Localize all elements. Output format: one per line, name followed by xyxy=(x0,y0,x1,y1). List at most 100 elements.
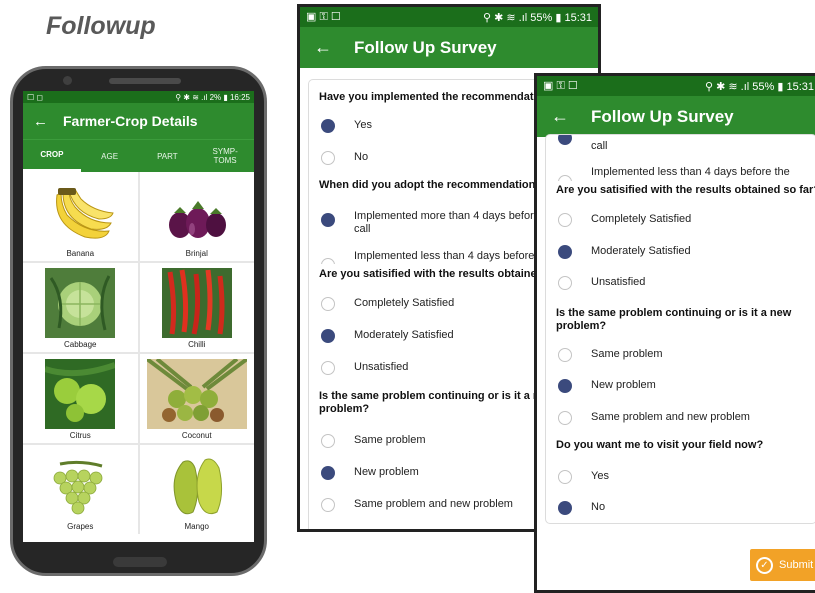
radio-unselected[interactable] xyxy=(558,175,572,181)
crop-tile-brinjal[interactable]: Brinjal xyxy=(139,172,254,261)
crop-tile-citrus[interactable]: Citrus xyxy=(23,354,138,443)
option-label: Same problem xyxy=(354,434,426,446)
tab-crop[interactable]: CROP xyxy=(23,140,81,172)
crop-name: Cabbage xyxy=(64,340,97,349)
radio-unselected[interactable] xyxy=(321,151,335,165)
question-problem: Is the same problem continuing or is it … xyxy=(556,307,791,333)
radio-selected[interactable] xyxy=(321,329,335,343)
tab-bar: CROP AGE PART SYMP- TOMS xyxy=(23,139,254,172)
phone-speaker xyxy=(109,78,181,84)
phone-home-bar xyxy=(113,557,167,567)
crop-name: Mango xyxy=(184,522,209,531)
crop-tile-chilli[interactable]: Chilli xyxy=(139,263,254,352)
phone-mockup: ☐ ◻ ⚲ ✱ ≋ .ıl 2% ▮ 16:25 ← Farmer-Crop D… xyxy=(10,66,267,576)
option-label: Unsatisfied xyxy=(354,361,409,373)
radio-selected[interactable] xyxy=(558,245,572,259)
crop-tile-mango[interactable]: Mango xyxy=(139,445,254,534)
radio-selected[interactable] xyxy=(558,379,572,393)
option-same-problem[interactable]: Same problem xyxy=(546,345,815,365)
option-label-line: call xyxy=(354,223,371,235)
question-line: Is the same problem continuing or is it … xyxy=(556,307,792,319)
radio-selected[interactable] xyxy=(558,135,572,145)
tab-part[interactable]: PART xyxy=(139,140,197,172)
option-label: No xyxy=(354,151,369,163)
radio-selected[interactable] xyxy=(321,119,335,133)
status-left-icons: ▣ ⚿ ☐ xyxy=(543,80,578,92)
option-label: Unsatisfied xyxy=(591,276,646,288)
option-new-problem[interactable]: New problem xyxy=(546,376,815,396)
option-same-and-new-problem[interactable]: Same problem and new problem xyxy=(546,408,815,428)
status-left-icons: ▣ ⚿ ☐ xyxy=(306,11,341,23)
app-bar: ← Follow Up Survey xyxy=(300,27,598,68)
option-more-than-4-days[interactable]: call xyxy=(546,135,815,158)
option-completely-satisfied[interactable]: Completely Satisfied xyxy=(546,210,815,230)
option-visit-no[interactable]: No xyxy=(546,498,815,518)
back-arrow-icon[interactable]: ← xyxy=(551,106,591,127)
crop-name: Brinjal xyxy=(185,249,208,258)
option-label: Same problem and new problem xyxy=(591,411,750,423)
option-visit-yes[interactable]: Yes xyxy=(546,467,815,487)
status-left-icons: ☐ ◻ xyxy=(27,92,44,102)
radio-unselected[interactable] xyxy=(558,213,572,227)
radio-unselected[interactable] xyxy=(558,411,572,425)
radio-selected[interactable] xyxy=(321,466,335,480)
status-bar: ▣ ⚿ ☐ ⚲ ✱ ≋ .ıl 55% ▮ 15:31 xyxy=(537,76,815,96)
question-visit-field: Do you want me to visit your field now? xyxy=(556,439,764,451)
status-bar: ▣ ⚿ ☐ ⚲ ✱ ≋ .ıl 55% ▮ 15:31 xyxy=(300,7,598,27)
question-satisfied: Are you satisified with the results obta… xyxy=(556,184,815,196)
option-label: Completely Satisfied xyxy=(591,213,692,225)
tab-symptoms[interactable]: SYMP- TOMS xyxy=(196,140,254,172)
question-implemented: Have you implemented the recommendation? xyxy=(319,91,557,103)
radio-unselected[interactable] xyxy=(321,297,335,311)
crop-name: Coconut xyxy=(181,431,212,440)
crop-name: Grapes xyxy=(67,522,94,531)
crop-tile-coconut[interactable]: Coconut xyxy=(139,354,254,443)
option-less-than-4-days[interactable]: Implemented less than 4 days before the xyxy=(546,166,815,181)
option-label: New problem xyxy=(591,379,656,391)
submit-button[interactable]: ✓ Submit xyxy=(750,549,815,581)
status-bar: ☐ ◻ ⚲ ✱ ≋ .ıl 2% ▮ 16:25 xyxy=(23,91,254,103)
cabbage-icon xyxy=(45,268,116,338)
radio-unselected[interactable] xyxy=(321,434,335,448)
option-label: Completely Satisfied xyxy=(354,297,455,309)
radio-unselected[interactable] xyxy=(321,498,335,512)
radio-unselected[interactable] xyxy=(321,361,335,375)
crop-tile-grapes[interactable]: Grapes xyxy=(23,445,138,534)
question-line: problem? xyxy=(319,403,370,415)
phone-screen: ☐ ◻ ⚲ ✱ ≋ .ıl 2% ▮ 16:25 ← Farmer-Crop D… xyxy=(23,91,254,542)
grapes-icon xyxy=(53,460,103,515)
back-arrow-icon[interactable]: ← xyxy=(33,113,63,130)
radio-unselected[interactable] xyxy=(321,258,335,264)
radio-selected[interactable] xyxy=(558,501,572,515)
option-label: Moderately Satisfied xyxy=(591,245,691,257)
app-bar: ← Follow Up Survey xyxy=(537,96,815,137)
crop-tile-cabbage[interactable]: Cabbage xyxy=(23,263,138,352)
radio-unselected[interactable] xyxy=(558,276,572,290)
status-right-icons: ⚲ ✱ ≋ .ıl 55% ▮ 15:31 xyxy=(705,80,814,93)
brinjal-icon xyxy=(168,201,226,238)
option-unsatisfied[interactable]: Unsatisfied xyxy=(546,273,815,293)
crop-name: Chilli xyxy=(188,340,206,349)
radio-selected[interactable] xyxy=(321,213,335,227)
radio-unselected[interactable] xyxy=(558,348,572,362)
back-arrow-icon[interactable]: ← xyxy=(314,37,354,58)
check-circle-icon: ✓ xyxy=(756,556,773,574)
crop-grid: Banana Brinjal Cabbage Chilli Citrus Coc… xyxy=(23,172,254,534)
survey-screen-2: ▣ ⚿ ☐ ⚲ ✱ ≋ .ıl 55% ▮ 15:31 ← Follow Up … xyxy=(534,73,815,593)
crop-name: Banana xyxy=(66,249,95,258)
option-label: No xyxy=(591,501,606,513)
coconut-icon xyxy=(146,359,247,429)
option-moderately-satisfied[interactable]: Moderately Satisfied xyxy=(546,242,815,262)
app-title: Follow Up Survey xyxy=(354,37,497,57)
option-label-line: Implemented more than 4 days before the xyxy=(354,210,559,222)
option-label: New problem xyxy=(354,466,419,478)
tab-age[interactable]: AGE xyxy=(81,140,139,172)
option-label: Moderately Satisfied xyxy=(354,329,454,341)
radio-unselected[interactable] xyxy=(558,470,572,484)
crop-tile-banana[interactable]: Banana xyxy=(23,172,138,261)
app-bar: ← Farmer-Crop Details xyxy=(23,103,254,139)
chilli-icon xyxy=(161,268,232,338)
question-line: Is the same problem continuing or is it … xyxy=(319,390,555,402)
front-camera xyxy=(63,76,72,85)
question-problem: Is the same problem continuing or is it … xyxy=(319,390,554,416)
